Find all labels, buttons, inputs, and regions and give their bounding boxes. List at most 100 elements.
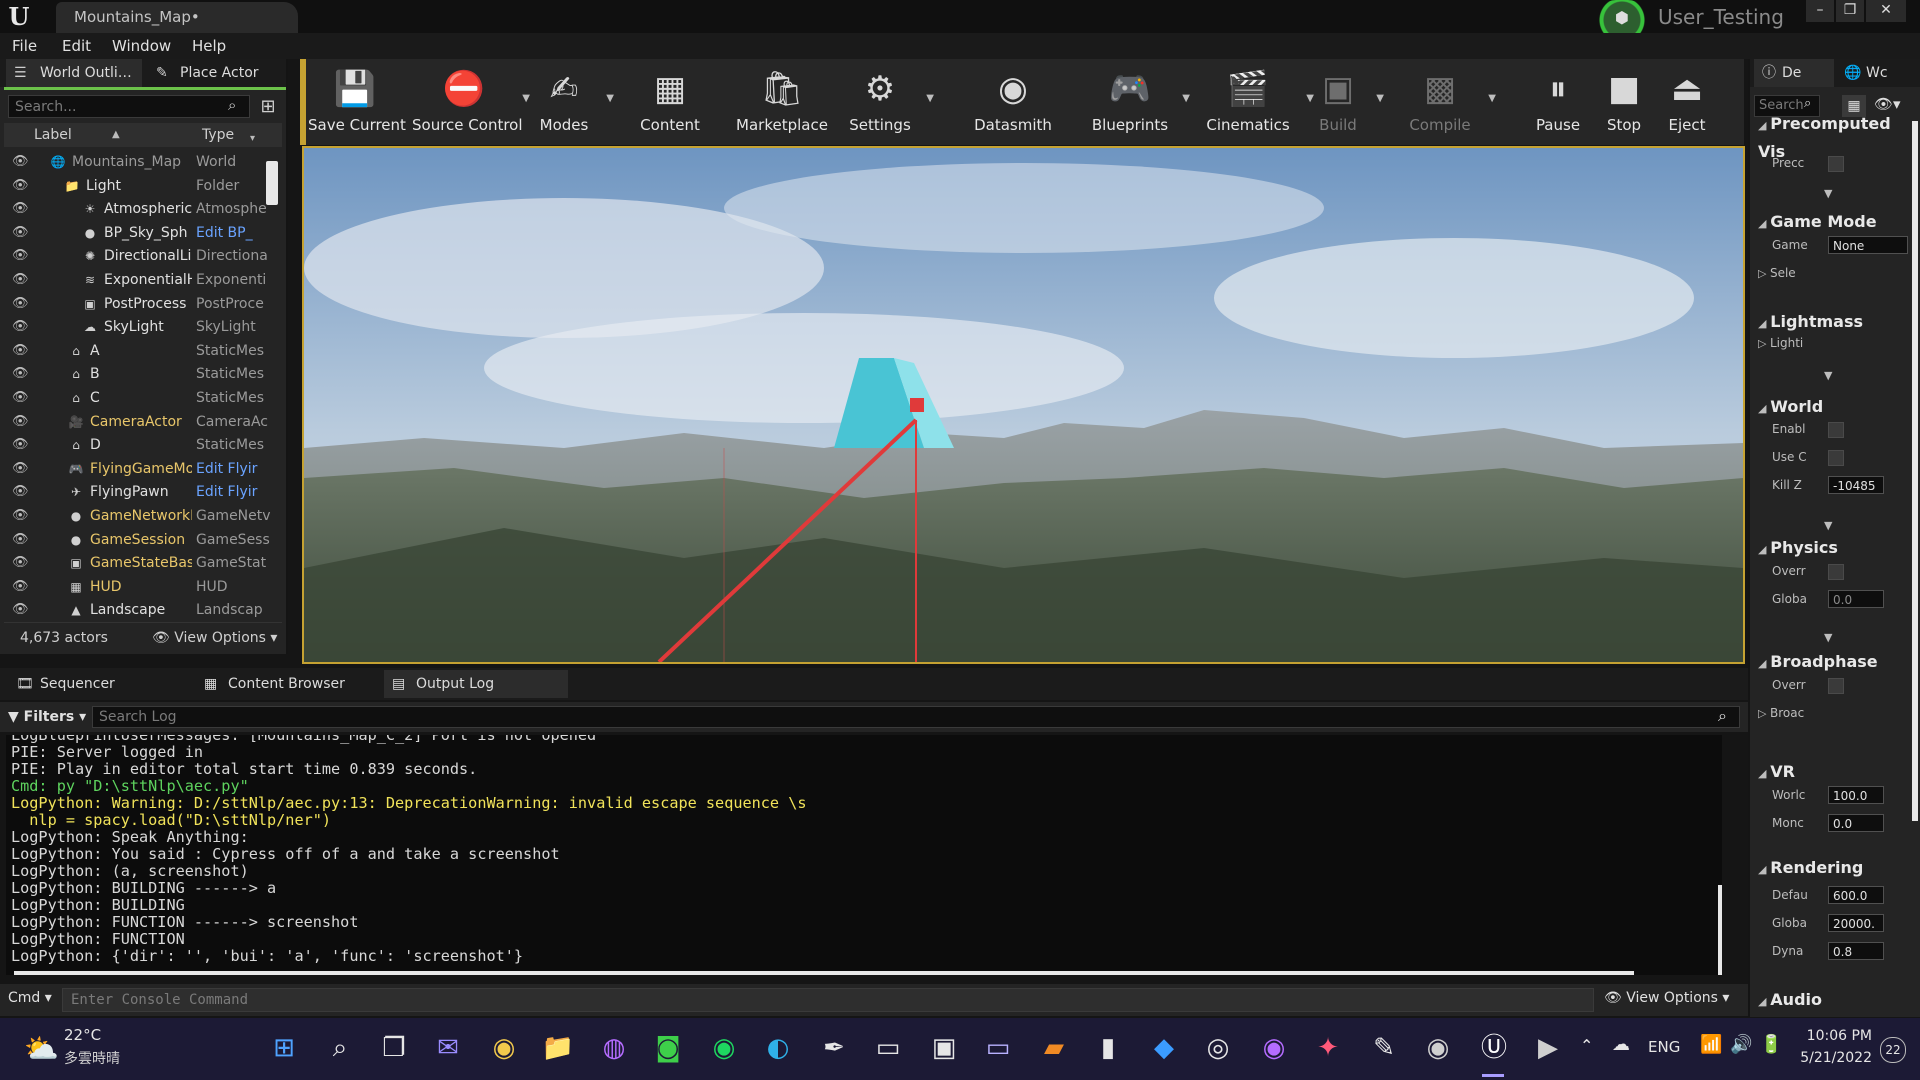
onedrive-icon[interactable]: ☁	[1612, 1034, 1630, 1055]
add-folder-button[interactable]: ⊞	[256, 95, 280, 118]
column-dropdown-icon[interactable]: ▾	[250, 127, 255, 151]
search-log-input[interactable]: Search Log	[92, 706, 1740, 728]
notification-badge[interactable]: 22	[1880, 1037, 1906, 1063]
details-section-header[interactable]: ◢ VR	[1758, 759, 1914, 785]
wifi-icon[interactable]: 📶	[1700, 1034, 1722, 1055]
visibility-eye-icon[interactable]: 👁	[12, 438, 29, 452]
battery-icon[interactable]: 🔋	[1760, 1034, 1782, 1055]
settings-button[interactable]: ⚙ Settings ▼	[840, 61, 934, 143]
advanced-expand-icon[interactable]: ▼	[1824, 519, 1832, 532]
property-number-input[interactable]: 20000.	[1828, 914, 1884, 932]
visibility-eye-icon[interactable]: 👁	[12, 225, 29, 240]
edit-blueprint-link[interactable]: Edit Flyir	[196, 458, 274, 481]
chevron-down-icon[interactable]: ▼	[1488, 93, 1496, 104]
visibility-eye-icon[interactable]: 👁	[12, 202, 29, 216]
advanced-expand-icon[interactable]: ▼	[1824, 187, 1832, 200]
property-number-input[interactable]: 0.8	[1828, 942, 1884, 960]
property-number-input[interactable]: 0.0	[1828, 814, 1884, 832]
property-checkbox[interactable]	[1828, 678, 1844, 694]
search-icon[interactable]: ⌕	[322, 1030, 358, 1066]
game-icon[interactable]: ✦	[1310, 1030, 1346, 1066]
outliner-row[interactable]: 👁 ● GameSession GameSess	[4, 529, 274, 552]
advanced-expand-icon[interactable]: ▼	[1824, 631, 1832, 644]
outliner-row[interactable]: 👁 ⌂ A StaticMes	[4, 340, 274, 363]
clock-date[interactable]: 5/21/2022	[1796, 1050, 1872, 1066]
outliner-row[interactable]: 👁 ☀ Atmospheric Atmosphe	[4, 198, 274, 221]
spotify-icon[interactable]: ◉	[706, 1030, 742, 1066]
chevron-down-icon[interactable]: ▼	[606, 93, 614, 104]
expand-triangle-icon[interactable]: ▷	[1758, 707, 1770, 720]
unreal-icon[interactable]: Ⓤ	[1476, 1030, 1512, 1066]
outliner-search-input[interactable]: Search...	[8, 95, 250, 118]
messenger-icon[interactable]: ◍	[596, 1030, 632, 1066]
tab-world-outliner[interactable]: ☰ World Outli…	[6, 59, 142, 87]
property-number-input[interactable]: 0.0	[1828, 590, 1884, 608]
console-view-options-button[interactable]: 👁 View Options ▾	[1604, 990, 1729, 1006]
vr-icon[interactable]: ◉	[1420, 1030, 1456, 1066]
notepad-icon[interactable]: ✎	[1366, 1030, 1402, 1066]
edit-blueprint-link[interactable]: Edit Flyir	[196, 481, 274, 504]
marketplace-button[interactable]: 🛍 Marketplace	[730, 61, 834, 143]
terminal-icon[interactable]: ▮	[1090, 1030, 1126, 1066]
outliner-row[interactable]: 👁 ▲ Landscape Landscap	[4, 599, 274, 622]
chevron-down-icon[interactable]: ▼	[1376, 93, 1384, 104]
start-icon[interactable]: ⊞	[266, 1030, 302, 1066]
details-section-header[interactable]: ◢ Precomputed Vis	[1758, 111, 1914, 161]
cinematics-button[interactable]: 🎬 Cinematics ▼	[1196, 61, 1314, 143]
details-scrollbar[interactable]	[1912, 121, 1918, 821]
outliner-row[interactable]: 👁 ☁ SkyLight SkyLight	[4, 316, 274, 339]
visibility-eye-icon[interactable]: 👁	[12, 155, 29, 169]
details-section-header[interactable]: ◢ Lightmass	[1758, 309, 1914, 335]
log-vscrollbar[interactable]	[1718, 885, 1722, 975]
column-label[interactable]: Label	[34, 123, 72, 147]
details-section-header[interactable]: ◢ Game Mode	[1758, 209, 1914, 235]
content-button[interactable]: ▦ Content	[630, 61, 710, 143]
property-number-input[interactable]: 100.0	[1828, 786, 1884, 804]
sublime-icon[interactable]: ▰	[1036, 1030, 1072, 1066]
outliner-row[interactable]: 👁 ≋ ExponentialH Exponenti	[4, 269, 274, 292]
cmd-dropdown[interactable]: Cmd ▾	[8, 990, 52, 1006]
visibility-eye-icon[interactable]: 👁	[12, 273, 29, 287]
compile-button[interactable]: ▩ Compile ▼	[1398, 61, 1496, 143]
details-section-header[interactable]: ◢ Rendering	[1758, 855, 1914, 881]
github-icon[interactable]: ◉	[1256, 1030, 1292, 1066]
visibility-eye-icon[interactable]: 👁	[12, 249, 29, 263]
tab-sequencer[interactable]: 🎞 Sequencer	[6, 670, 182, 698]
oculus-icon[interactable]: ▭	[980, 1030, 1016, 1066]
app-icon[interactable]: ▭	[870, 1030, 906, 1066]
tab-output-log[interactable]: ▤ Output Log	[384, 670, 568, 698]
property-number-input[interactable]: -10485	[1828, 476, 1884, 494]
menu-edit[interactable]: Edit	[62, 33, 91, 59]
outliner-row[interactable]: 👁 ⌂ C StaticMes	[4, 387, 274, 410]
tab-details[interactable]: ⓘ De	[1754, 59, 1834, 87]
outliner-row[interactable]: 👁 ✺ DirectionalLi Directiona	[4, 245, 274, 268]
chevron-down-icon[interactable]: ▼	[1182, 93, 1190, 104]
menu-file[interactable]: File	[12, 33, 37, 59]
document-tab[interactable]: Mountains_Map•	[56, 2, 298, 33]
property-checkbox[interactable]	[1828, 422, 1844, 438]
steam-icon[interactable]: ◎	[1200, 1030, 1236, 1066]
task-view-icon[interactable]: ❐	[376, 1030, 412, 1066]
outliner-row[interactable]: 👁 ▣ GameStateBas GameStat	[4, 552, 274, 575]
visibility-eye-icon[interactable]: 👁	[12, 178, 29, 193]
tab-content-browser[interactable]: ▦ Content Browser	[196, 670, 372, 698]
volume-icon[interactable]: 🔊	[1730, 1034, 1752, 1055]
property-number-input[interactable]: 600.0	[1828, 886, 1884, 904]
details-section-header[interactable]: ◢ Audio	[1758, 987, 1914, 1013]
outliner-row[interactable]: 👁 ✈ FlyingPawn Edit Flyir	[4, 481, 274, 504]
view-options-button[interactable]: 👁 View Options ▾	[152, 623, 277, 653]
line-icon[interactable]: ◙	[650, 1030, 686, 1066]
details-section-header[interactable]: ◢ Physics	[1758, 535, 1914, 561]
datasmith-button[interactable]: ◉ Datasmith	[966, 61, 1060, 143]
maximize-button[interactable]: ❐	[1836, 0, 1864, 22]
save-current-button[interactable]: 💾 Save Current	[308, 61, 406, 143]
source-control-button[interactable]: ⛔ Source Control ▼	[412, 61, 530, 143]
details-section-header[interactable]: ◢ World	[1758, 394, 1914, 420]
outliner-row[interactable]: 👁 ⌂ D StaticMes	[4, 434, 274, 457]
property-select[interactable]: None	[1828, 236, 1908, 254]
powershell-icon[interactable]: ▶	[1530, 1030, 1566, 1066]
property-checkbox[interactable]	[1828, 450, 1844, 466]
property-checkbox[interactable]	[1828, 156, 1844, 172]
expand-triangle-icon[interactable]: ▷	[1758, 337, 1770, 350]
menu-window[interactable]: Window	[112, 33, 171, 59]
